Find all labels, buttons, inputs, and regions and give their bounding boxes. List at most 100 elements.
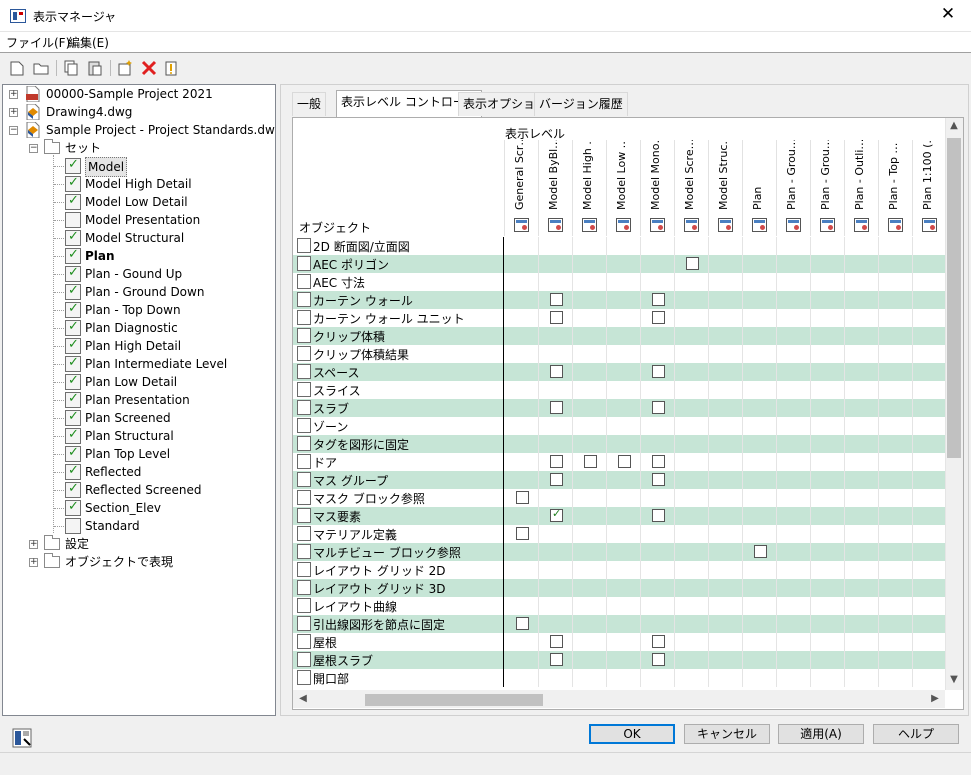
display-level-checkbox[interactable] xyxy=(652,653,665,666)
display-level-checkbox[interactable] xyxy=(550,653,563,666)
expand-icon[interactable]: + xyxy=(9,90,18,99)
grid-row: レイアウト グリッド 3D xyxy=(293,579,947,597)
new-file-icon[interactable] xyxy=(8,59,26,77)
column-header-9[interactable]: Plan - Grou… xyxy=(810,140,844,236)
tree-item-set-0[interactable]: Model xyxy=(3,156,275,177)
collapse-icon[interactable]: − xyxy=(29,144,38,153)
tree-item-set-10[interactable]: Plan High Detail xyxy=(3,336,275,355)
help-button[interactable]: ヘルプ xyxy=(873,724,959,744)
display-level-checkbox[interactable] xyxy=(652,401,665,414)
column-header-5[interactable]: Model Scre… xyxy=(674,140,708,236)
tree-item-set-20[interactable]: Standard xyxy=(3,517,275,535)
scroll-right-icon[interactable]: ▶ xyxy=(927,693,943,704)
column-header-8[interactable]: Plan - Grou… xyxy=(776,140,810,236)
tree-item-set-3[interactable]: Model Presentation xyxy=(3,211,275,229)
display-config-icon[interactable] xyxy=(12,728,32,748)
close-icon[interactable]: ✕ xyxy=(937,4,959,24)
tree-item-set-2[interactable]: Model Low Detail xyxy=(3,192,275,211)
tree-item-project-1[interactable]: + Drawing4.dwg xyxy=(3,103,275,121)
cell-separator xyxy=(742,291,743,309)
tree-item-set-12[interactable]: Plan Low Detail xyxy=(3,372,275,391)
display-level-checkbox[interactable] xyxy=(652,455,665,468)
tree-item-set-14[interactable]: Plan Screened xyxy=(3,408,275,427)
column-header-6[interactable]: Model Struc… xyxy=(708,140,742,236)
display-level-checkbox[interactable] xyxy=(652,635,665,648)
menu-edit[interactable]: 編集(E) xyxy=(68,34,109,51)
paste-icon[interactable] xyxy=(86,59,104,77)
cancel-button[interactable]: キャンセル xyxy=(684,724,770,744)
display-level-checkbox[interactable] xyxy=(550,507,563,522)
delete-icon[interactable] xyxy=(140,59,158,77)
expand-icon[interactable]: + xyxy=(9,108,18,117)
display-level-checkbox[interactable] xyxy=(618,455,631,468)
cell-separator xyxy=(640,561,641,579)
column-header-7[interactable]: Plan xyxy=(742,140,776,236)
display-level-checkbox[interactable] xyxy=(550,365,563,378)
horizontal-scroll-thumb[interactable] xyxy=(365,694,543,706)
display-level-checkbox[interactable] xyxy=(550,311,563,324)
display-level-checkbox[interactable] xyxy=(686,257,699,270)
vertical-scroll-thumb[interactable] xyxy=(947,138,961,458)
copy-icon[interactable] xyxy=(62,59,80,77)
display-level-grid[interactable]: 表示レベル オブジェクト General Scr… Model ByBl… Mode… xyxy=(292,117,964,710)
display-level-checkbox[interactable] xyxy=(550,401,563,414)
collapse-icon[interactable]: − xyxy=(9,126,18,135)
display-level-checkbox[interactable] xyxy=(550,293,563,306)
new-set-icon[interactable] xyxy=(116,59,134,77)
column-header-2[interactable]: Model High … xyxy=(572,140,606,236)
display-level-checkbox[interactable] xyxy=(652,311,665,324)
column-header-0[interactable]: General Scr… xyxy=(504,140,538,236)
tree-item-set-17[interactable]: Reflected xyxy=(3,462,275,481)
scroll-up-icon[interactable]: ▲ xyxy=(946,120,962,131)
tree-item-set-15[interactable]: Plan Structural xyxy=(3,426,275,445)
column-header-11[interactable]: Plan - Top … xyxy=(878,140,912,236)
tree-item-set-9[interactable]: Plan Diagnostic xyxy=(3,318,275,337)
apply-button[interactable]: 適用(A) xyxy=(778,724,864,744)
menu-file[interactable]: ファイル(F) xyxy=(6,34,70,51)
column-header-10[interactable]: Plan - Outli… xyxy=(844,140,878,236)
display-level-checkbox[interactable] xyxy=(516,617,529,630)
display-level-checkbox[interactable] xyxy=(754,545,767,558)
column-header-12[interactable]: Plan 1:100 (… xyxy=(912,140,946,236)
ok-button[interactable]: OK xyxy=(589,724,675,744)
display-level-checkbox[interactable] xyxy=(652,473,665,486)
tree-folder-by-object[interactable]: + オブジェクトで表現 xyxy=(3,553,275,571)
tree-item-set-1[interactable]: Model High Detail xyxy=(3,174,275,193)
tree-item-set-11[interactable]: Plan Intermediate Level xyxy=(3,354,275,373)
scroll-left-icon[interactable]: ◀ xyxy=(295,693,311,704)
open-folder-icon[interactable] xyxy=(32,59,50,77)
tree-item-set-4[interactable]: Model Structural xyxy=(3,228,275,247)
display-configuration-tree[interactable]: + 00000-Sample Project 2021 + Drawing4.d… xyxy=(2,84,276,716)
tree-item-set-7[interactable]: Plan - Ground Down xyxy=(3,282,275,301)
tree-folder-settings[interactable]: + 設定 xyxy=(3,535,275,553)
expand-icon[interactable]: + xyxy=(29,558,38,567)
tree-item-set-18[interactable]: Reflected Screened xyxy=(3,480,275,499)
display-level-checkbox[interactable] xyxy=(550,455,563,468)
tree-item-set-6[interactable]: Plan - Gound Up xyxy=(3,264,275,283)
display-level-checkbox[interactable] xyxy=(652,293,665,306)
tree-item-set-16[interactable]: Plan Top Level xyxy=(3,444,275,463)
tree-item-set-8[interactable]: Plan - Top Down xyxy=(3,300,275,319)
display-level-checkbox[interactable] xyxy=(550,473,563,486)
scroll-down-icon[interactable]: ▼ xyxy=(946,674,962,685)
display-level-checkbox[interactable] xyxy=(516,527,529,540)
tab-version-history[interactable]: バージョン履歴 xyxy=(534,92,628,116)
display-level-checkbox[interactable] xyxy=(584,455,597,468)
expand-icon[interactable]: + xyxy=(29,540,38,549)
tab-general[interactable]: 一般 xyxy=(292,92,327,116)
display-level-checkbox[interactable] xyxy=(516,491,529,504)
cell-separator xyxy=(810,561,811,579)
tree-folder-sets[interactable]: − セット xyxy=(3,139,275,157)
column-header-1[interactable]: Model ByBl… xyxy=(538,140,572,236)
tree-item-set-5[interactable]: Plan xyxy=(3,246,275,265)
purge-icon[interactable] xyxy=(162,59,180,77)
tree-item-set-19[interactable]: Section_Elev xyxy=(3,498,275,517)
tree-item-project-0[interactable]: + 00000-Sample Project 2021 xyxy=(3,85,275,103)
display-level-checkbox[interactable] xyxy=(550,635,563,648)
display-level-checkbox[interactable] xyxy=(652,365,665,378)
column-header-4[interactable]: Model Mono… xyxy=(640,140,674,236)
display-level-checkbox[interactable] xyxy=(652,509,665,522)
tree-item-set-13[interactable]: Plan Presentation xyxy=(3,390,275,409)
tree-item-project-2[interactable]: − Sample Project - Project Standards.dwg xyxy=(3,121,275,139)
column-header-3[interactable]: Model Low … xyxy=(606,140,640,236)
